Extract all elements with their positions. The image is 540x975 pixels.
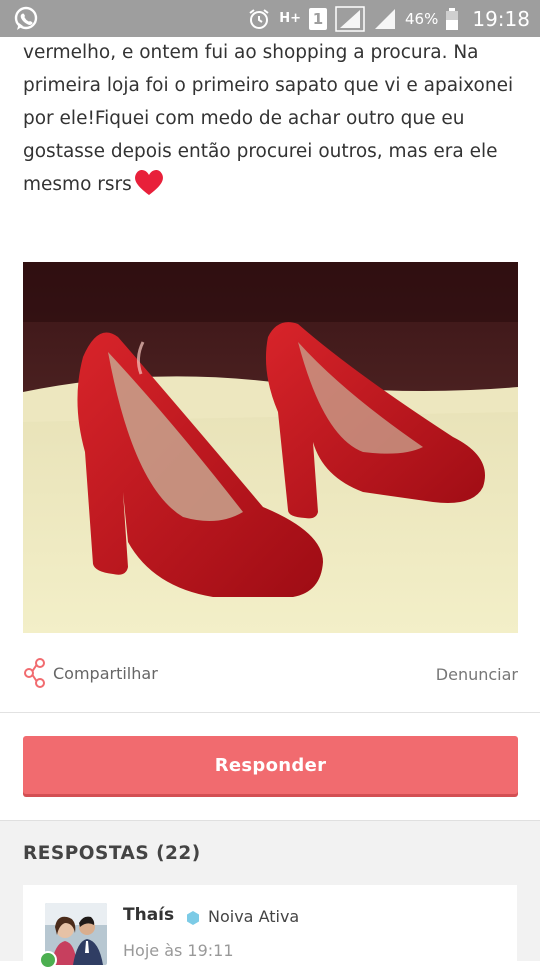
- post-line-last: mesmo rsrs: [23, 168, 523, 201]
- share-label: Compartilhar: [53, 663, 158, 683]
- signal-icon: [335, 5, 365, 32]
- post-line: vermelho, e ontem fui ao shopping a proc…: [23, 42, 479, 63]
- whatsapp-icon: [14, 6, 38, 30]
- status-bar: H+ 1 46% 19:18: [0, 0, 540, 37]
- post-line: por ele!Fiquei com medo de achar outro q…: [23, 108, 465, 129]
- report-button[interactable]: Denunciar: [436, 665, 518, 684]
- post-line: mesmo rsrs: [23, 174, 132, 195]
- share-icon: [24, 658, 45, 688]
- alarm-icon: [249, 8, 269, 29]
- signal-icon-2: [375, 8, 396, 29]
- online-indicator: [39, 951, 57, 969]
- battery-icon: [446, 7, 459, 30]
- sim-indicator: 1: [309, 7, 328, 30]
- post-line: gostasse depois então procurei outros, m…: [23, 141, 498, 162]
- divider: [0, 712, 540, 713]
- network-type: H+: [279, 11, 302, 26]
- battery-percent: 46%: [405, 9, 439, 28]
- author-badge: Noiva Ativa: [208, 907, 300, 926]
- answers-heading: RESPOSTAS (22): [23, 843, 201, 864]
- post-body: vermelho, e ontem fui ao shopping a proc…: [23, 36, 523, 201]
- answer-card[interactable]: Thaís Noiva Ativa Hoje às 19:11: [23, 885, 517, 975]
- reply-button[interactable]: Responder: [23, 736, 518, 794]
- answer-author[interactable]: Thaís: [123, 905, 174, 925]
- clock: 19:18: [472, 6, 530, 31]
- post-actions: Compartilhar Denunciar: [23, 658, 518, 692]
- share-button[interactable]: Compartilhar: [23, 658, 158, 688]
- answers-section: RESPOSTAS (22) Thaís Noiva Ativa Hoje às…: [0, 820, 540, 975]
- post-line: primeira loja foi o primeiro sapato que …: [23, 75, 514, 96]
- heart-icon: [134, 169, 163, 195]
- answer-timestamp: Hoje às 19:11: [123, 941, 234, 960]
- shoe-photo-image: [23, 262, 518, 633]
- badge-icon: [187, 911, 199, 925]
- shoe-photo[interactable]: [23, 262, 518, 633]
